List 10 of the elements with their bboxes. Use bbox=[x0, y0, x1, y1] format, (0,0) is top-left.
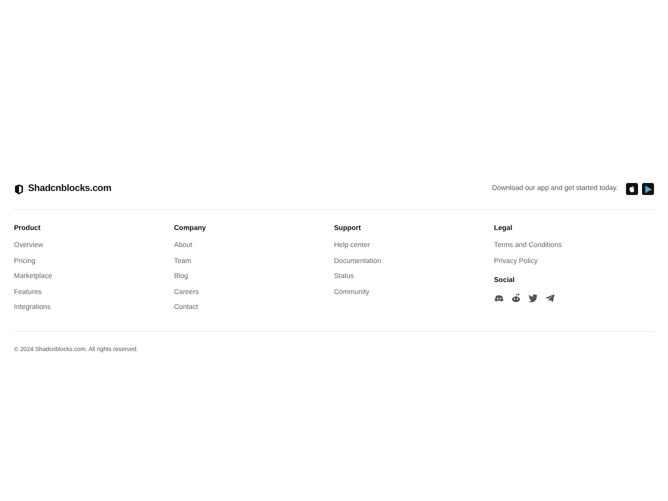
apple-icon bbox=[628, 185, 636, 193]
logo-icon bbox=[14, 184, 24, 194]
app-store-button[interactable] bbox=[626, 183, 638, 195]
alien-icon[interactable] bbox=[511, 293, 521, 304]
paper-plane-icon[interactable] bbox=[545, 293, 555, 304]
play-store-button[interactable] bbox=[642, 183, 654, 195]
play-triangle-icon bbox=[644, 184, 652, 194]
bird-icon[interactable] bbox=[528, 293, 538, 304]
controller-icon[interactable] bbox=[494, 293, 504, 304]
brand-name[interactable]: Shadcnblocks.com bbox=[28, 182, 112, 196]
